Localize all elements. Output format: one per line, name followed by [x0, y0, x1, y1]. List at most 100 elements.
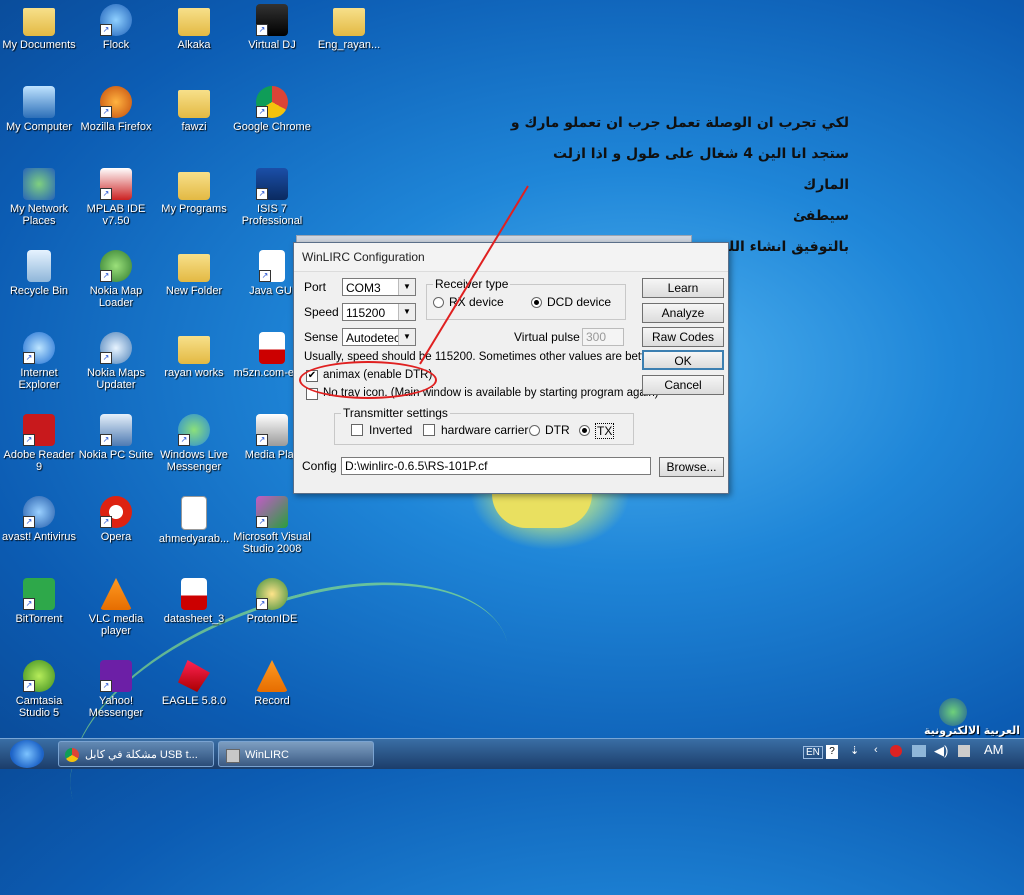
arabic-note-line: لكي تجرب ان الوصلة تعمل جرب ان تعملو مار…	[510, 115, 849, 131]
flock-icon: ↗	[100, 4, 132, 36]
virtual-pulse-input[interactable]: 300	[582, 328, 624, 346]
desktop-icon-datasheet[interactable]: datasheet_3	[155, 578, 233, 625]
globe-icon	[939, 698, 967, 726]
mplab-icon: ↗	[100, 168, 132, 200]
avast-icon: ↗	[23, 496, 55, 528]
desktop-icon-nokia-maps-updater[interactable]: ↗ Nokia Maps Updater	[77, 332, 155, 391]
tray-app-icon[interactable]	[958, 745, 970, 757]
desktop-icon-recycle-bin[interactable]: Recycle Bin	[0, 250, 78, 297]
inverted-checkbox[interactable]	[351, 424, 363, 436]
desktop-icon-eng-rayan[interactable]: Eng_rayan...	[310, 4, 388, 51]
desktop-icon-my-documents[interactable]: My Documents	[0, 4, 78, 51]
recycle-bin-icon	[27, 250, 51, 282]
ie-icon: ↗	[23, 332, 55, 364]
desktop-icon-my-programs[interactable]: My Programs	[155, 168, 233, 215]
adobe-reader-icon: ↗	[23, 414, 55, 446]
chevron-down-icon: ▼	[398, 304, 415, 320]
desktop-icon-opera[interactable]: ↗ Opera	[77, 496, 155, 543]
document-icon	[181, 496, 207, 530]
desktop-icon-visual-studio[interactable]: ↗ Microsoft Visual Studio 2008	[233, 496, 311, 555]
hardware-carrier-checkbox[interactable]	[423, 424, 435, 436]
desktop-icon-eagle[interactable]: EAGLE 5.8.0	[155, 660, 233, 707]
receiver-type-group: Receiver type RX device DCD device	[426, 277, 626, 320]
cancel-button[interactable]: Cancel	[642, 375, 724, 395]
port-select[interactable]: COM3 ▼	[342, 278, 416, 296]
desktop-icon-virtual-dj[interactable]: ↗ Virtual DJ	[233, 4, 311, 51]
desktop-icon-avast[interactable]: ↗ avast! Antivirus	[0, 496, 78, 543]
desktop-icon-mplab[interactable]: ↗ MPLAB IDE v7.50	[77, 168, 155, 227]
rx-device-radio[interactable]	[433, 297, 444, 308]
folder-icon	[178, 90, 210, 118]
config-label: Config	[302, 459, 337, 473]
help-icon[interactable]: ?	[826, 745, 838, 759]
desktop-icon-protonide[interactable]: ↗ ProtonIDE	[233, 578, 311, 625]
taskbar: مشكلة في كابل USB t... WinLIRC EN ? ⇣ ‹ …	[0, 738, 1024, 769]
desktop-icon-chrome[interactable]: ↗ Google Chrome	[233, 86, 311, 133]
receiver-type-label: Receiver type	[433, 277, 511, 291]
nokia-map-icon: ↗	[100, 250, 132, 282]
desktop-icon-camtasia[interactable]: ↗ Camtasia Studio 5	[0, 660, 78, 719]
speed-select[interactable]: 115200 ▼	[342, 303, 416, 321]
desktop-icon-rayan-works[interactable]: rayan works	[155, 332, 233, 379]
network-icon	[23, 168, 55, 200]
network-tray-icon[interactable]	[912, 745, 926, 757]
sense-label: Sense	[304, 330, 339, 344]
pin-icon[interactable]: ⇣	[850, 744, 859, 757]
raw-codes-button[interactable]: Raw Codes	[642, 327, 724, 347]
sense-select[interactable]: Autodetect ▼	[342, 328, 416, 346]
desktop-icon-ahmedyarab[interactable]: ahmedyarab...	[155, 496, 233, 545]
arabic-note-line: ستجد انا الين 4 شغال على طول و اذا ازلت …	[552, 146, 849, 193]
taskbar-winlirc-task[interactable]: WinLIRC	[218, 741, 374, 767]
eagle-icon	[178, 660, 210, 692]
desktop-icon-internet-explorer[interactable]: ↗ Internet Explorer	[0, 332, 78, 391]
pdf-icon	[259, 332, 285, 364]
dtr-radio[interactable]	[529, 425, 540, 436]
annotation-ellipse	[299, 361, 437, 399]
analyze-button[interactable]: Analyze	[642, 303, 724, 323]
computer-icon	[23, 86, 55, 118]
dcd-device-radio[interactable]	[531, 297, 542, 308]
desktop-icon-adobe-reader[interactable]: ↗ Adobe Reader 9	[0, 414, 78, 473]
desktop-icon-new-folder[interactable]: New Folder	[155, 250, 233, 297]
desktop-icon-firefox[interactable]: ↗ Mozilla Firefox	[77, 86, 155, 133]
desktop-icon-isis[interactable]: ↗ ISIS 7 Professional	[233, 168, 311, 227]
desktop-icon-network-places[interactable]: My Network Places	[0, 168, 78, 227]
desktop-icon-bittorrent[interactable]: ↗ BitTorrent	[0, 578, 78, 625]
folder-icon	[333, 8, 365, 36]
desktop-icon-fawzi[interactable]: fawzi	[155, 86, 233, 133]
config-path-input[interactable]: D:\winlirc-0.6.5\RS-101P.cf	[341, 457, 651, 475]
clock[interactable]: AM	[984, 742, 1004, 757]
folder-icon	[178, 336, 210, 364]
desktop-icon-flock[interactable]: ↗ Flock	[77, 4, 155, 51]
nokia-pc-icon: ↗	[100, 414, 132, 446]
vlc-icon	[100, 578, 132, 610]
start-button[interactable]	[10, 740, 44, 768]
desktop-icon-yahoo[interactable]: ↗ Yahoo! Messenger	[77, 660, 155, 719]
desktop-icon-vlc[interactable]: VLC media player	[77, 578, 155, 637]
opera-icon: ↗	[100, 496, 132, 528]
desktop-icon-alkaka[interactable]: Alkaka	[155, 4, 233, 51]
tx-radio[interactable]	[579, 425, 590, 436]
volume-icon[interactable]: ◀)	[934, 743, 948, 759]
ok-button[interactable]: OK	[642, 350, 724, 370]
language-indicator[interactable]: EN	[803, 746, 823, 759]
desktop-icon-windows-live-messenger[interactable]: ↗ Windows Live Messenger	[155, 414, 233, 473]
winlirc-icon	[226, 749, 240, 763]
chrome-icon: ↗	[256, 86, 288, 118]
folder-icon	[23, 8, 55, 36]
desktop-icon-record[interactable]: Record	[233, 660, 311, 707]
yahoo-icon: ↗	[100, 660, 132, 692]
hardware-carrier-label: hardware carrier	[441, 423, 529, 437]
folder-icon	[178, 8, 210, 36]
desktop-icon-nokia-map-loader[interactable]: ↗ Nokia Map Loader	[77, 250, 155, 309]
learn-button[interactable]: Learn	[642, 278, 724, 298]
tray-app-icon[interactable]	[890, 745, 902, 757]
messenger-icon: ↗	[178, 414, 210, 446]
browse-button[interactable]: Browse...	[659, 457, 724, 477]
firefox-icon: ↗	[100, 86, 132, 118]
desktop-icon-nokia-pc-suite[interactable]: ↗ Nokia PC Suite	[77, 414, 155, 461]
dcd-device-label: DCD device	[547, 295, 612, 309]
desktop-icon-my-computer[interactable]: My Computer	[0, 86, 78, 133]
chevron-left-icon[interactable]: ‹	[874, 744, 878, 756]
taskbar-chrome-task[interactable]: مشكلة في كابل USB t...	[58, 741, 214, 767]
